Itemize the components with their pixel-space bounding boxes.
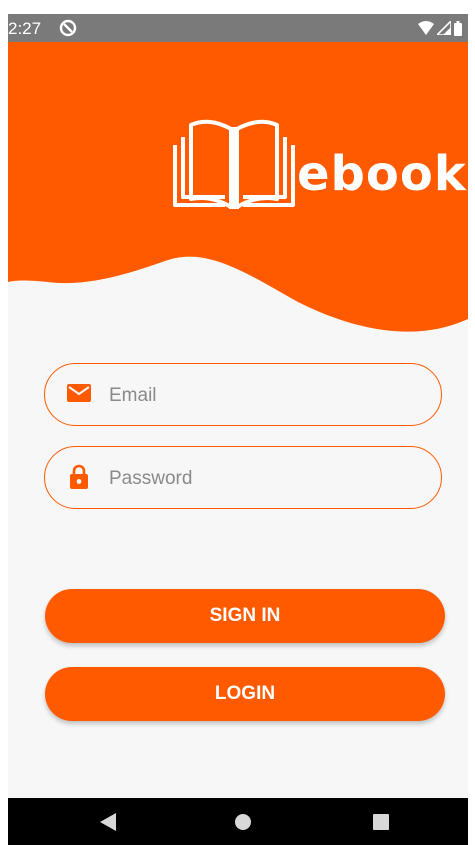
nav-recents-button[interactable]: [351, 798, 411, 845]
recents-icon: [373, 813, 389, 830]
login-button[interactable]: LOGIN: [45, 667, 445, 721]
battery-icon: [454, 20, 462, 36]
system-nav-bar: [8, 798, 468, 845]
nav-home-button[interactable]: [213, 798, 273, 845]
status-bar: 2:27: [8, 14, 468, 42]
status-time: 2:27: [8, 19, 42, 38]
nav-back-button[interactable]: [78, 798, 138, 845]
sync-icon: [59, 19, 77, 37]
sign-in-button[interactable]: SIGN IN: [45, 589, 445, 643]
app-screen: 2:27 ebook Email SIGN IN LOGIN: [8, 14, 468, 845]
password-input[interactable]: [107, 459, 431, 499]
email-input[interactable]: [107, 376, 431, 416]
open-book-icon: [173, 119, 295, 209]
password-field[interactable]: [44, 446, 442, 509]
lock-icon: [70, 464, 88, 489]
wifi-icon: [418, 21, 434, 35]
status-icons: [418, 20, 462, 36]
mail-icon: [67, 384, 91, 402]
back-icon: [100, 812, 116, 831]
brand-name: ebook: [297, 146, 467, 202]
signal-icon: [437, 21, 451, 35]
email-field[interactable]: [44, 363, 442, 426]
home-icon: [235, 813, 251, 830]
